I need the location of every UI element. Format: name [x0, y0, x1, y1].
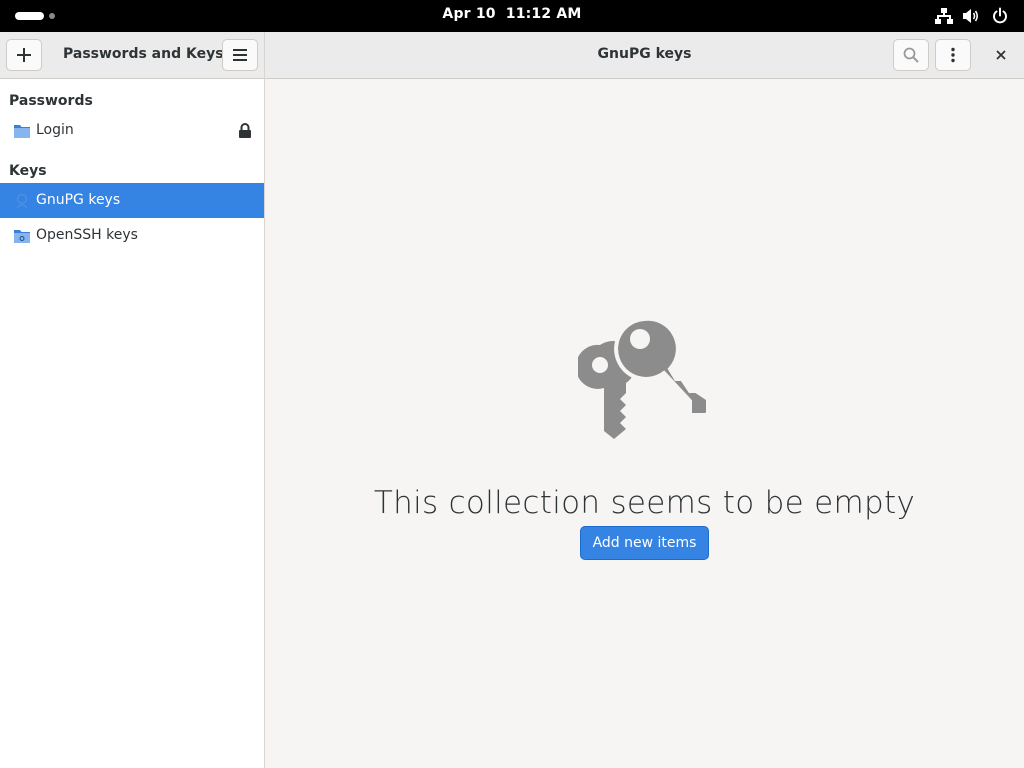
- top-bar: Apr 10 11:12 AM: [0, 0, 1024, 32]
- clock[interactable]: Apr 10 11:12 AM: [400, 6, 624, 22]
- sidebar: Passwords and Keys Passwords Login Keys …: [0, 32, 265, 768]
- sidebar-item-label: OpenSSH keys: [36, 227, 138, 243]
- sidebar-header: Passwords and Keys: [0, 32, 264, 79]
- folder-icon: [14, 123, 30, 138]
- activities-indicator[interactable]: [15, 12, 55, 20]
- more-options-button[interactable]: [935, 39, 971, 71]
- gnupg-icon: [14, 193, 30, 209]
- clock-time: 11:12 AM: [505, 6, 582, 22]
- content-header: GnuPG keys: [265, 32, 1024, 79]
- search-button[interactable]: [893, 39, 929, 71]
- sidebar-title: Passwords and Keys: [63, 46, 224, 62]
- close-button[interactable]: [987, 40, 1015, 70]
- sidebar-item-label: GnuPG keys: [36, 192, 121, 208]
- empty-state-message: This collection seems to be empty: [373, 485, 916, 521]
- volume-icon[interactable]: [962, 7, 980, 25]
- network-icon[interactable]: [935, 7, 953, 25]
- workspace-dot: [49, 13, 55, 19]
- app-window: Passwords and Keys Passwords Login Keys …: [0, 32, 1024, 768]
- sidebar-item-openssh-keys[interactable]: OpenSSH keys: [0, 218, 264, 253]
- active-workspace-pill: [15, 12, 44, 20]
- add-new-items-button[interactable]: Add new items: [580, 526, 709, 560]
- keys-icon: [575, 316, 710, 445]
- section-header-passwords: Passwords: [9, 93, 93, 109]
- lock-icon: [238, 123, 252, 143]
- sidebar-item-login[interactable]: Login: [0, 113, 264, 148]
- sidebar-item-gnupg-keys[interactable]: GnuPG keys: [0, 183, 264, 218]
- main-menu-button[interactable]: [222, 39, 258, 71]
- clock-date: Apr 10: [442, 6, 496, 22]
- new-item-button[interactable]: [6, 39, 42, 71]
- section-header-keys: Keys: [9, 163, 47, 179]
- ssh-folder-icon: [14, 228, 30, 243]
- power-icon[interactable]: [991, 7, 1009, 25]
- sidebar-item-label: Login: [36, 122, 74, 138]
